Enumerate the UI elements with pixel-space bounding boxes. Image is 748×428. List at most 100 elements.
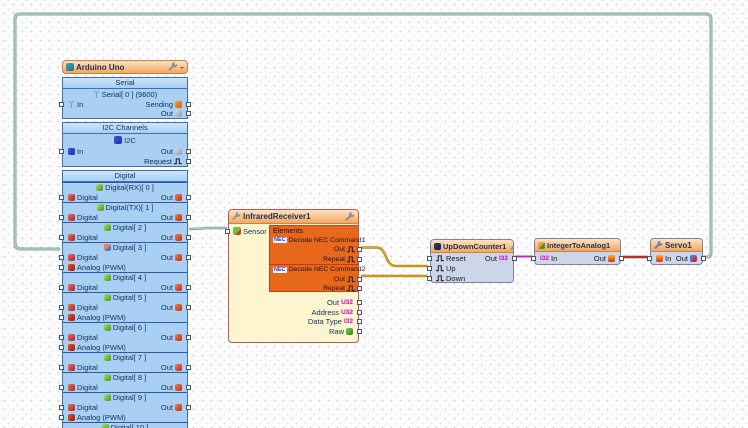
inttoanalog-io-row: I32 In Out	[535, 252, 620, 265]
digital-in-icon	[68, 404, 75, 411]
infrared-raw-pin[interactable]	[357, 329, 362, 334]
digital-out-pin[interactable]	[186, 365, 191, 370]
serial-section-title: Serial	[63, 78, 187, 89]
digital-channel-pins-row: Digital Out	[63, 382, 187, 392]
analog-pwm-pin[interactable]	[59, 315, 64, 320]
infrared-datatype-pin[interactable]	[357, 319, 362, 324]
serial-out-pin[interactable]	[186, 111, 191, 116]
digital-out-label: Out	[161, 213, 173, 222]
sensor-label: Sensor	[243, 227, 267, 236]
elements-panel: Elements NEC Decode NEC Command1 Out Rep…	[269, 225, 358, 292]
digital-channel-label: Digital[ 5 ]	[113, 293, 146, 302]
digital-in-pin[interactable]	[59, 365, 64, 370]
digital-channel-label-row: Digital[ 9 ]	[63, 393, 187, 402]
i2c-out-pin[interactable]	[186, 149, 191, 154]
i2c-request-pin[interactable]	[186, 159, 191, 164]
digital-out-pin[interactable]	[186, 215, 191, 220]
inttoanalog-header[interactable]: IntegerToAnalog1	[535, 239, 620, 252]
arduino-header[interactable]: Arduino Uno	[62, 60, 188, 74]
servo-out-pin[interactable]	[701, 256, 706, 261]
infrared-address-pin[interactable]	[357, 310, 362, 315]
digital-channel-icon	[96, 184, 103, 191]
arduino-board-icon	[66, 63, 74, 71]
digital-channel-icon	[104, 354, 111, 361]
digital-in-icon	[68, 194, 75, 201]
sensor-pin[interactable]	[225, 229, 230, 234]
infrared-address-label: Address	[312, 308, 340, 317]
block-infrared-receiver[interactable]: InfraredReceiver1 Sensor Elements NEC De…	[228, 209, 359, 343]
digital-out-icon	[175, 384, 182, 391]
servo-icon	[654, 241, 663, 250]
serial-icon	[93, 90, 100, 98]
serial-in-pin[interactable]	[59, 102, 64, 107]
servo-in-pin[interactable]	[647, 256, 652, 261]
wire-nec1-out-to-counter-up[interactable]	[362, 248, 426, 267]
analog-pwm-row: Analog (PWM)	[63, 412, 187, 422]
servo-header[interactable]: Servo1	[651, 239, 702, 252]
i2c-io-row: In Out	[63, 146, 187, 157]
analog-icon	[656, 255, 663, 262]
element-nec2-label: Decode NEC Command2	[289, 266, 366, 273]
digital-in-pin[interactable]	[59, 255, 64, 260]
digital-out-label: Out	[161, 303, 173, 312]
analog-pwm-pin[interactable]	[59, 265, 64, 270]
digital-out-pin[interactable]	[186, 195, 191, 200]
digital-out-icon	[175, 284, 182, 291]
digital-in-pin[interactable]	[59, 335, 64, 340]
canvas[interactable]: Arduino Uno Serial Serial[ 0 ] (9600) In…	[0, 0, 748, 428]
wrench-icon[interactable]	[345, 212, 355, 222]
digital-in-pin[interactable]	[59, 305, 64, 310]
digital-in-pin[interactable]	[59, 235, 64, 240]
digital-channel-label: Digital[ 9 ]	[113, 393, 146, 402]
nec1-repeat-pin[interactable]	[357, 257, 362, 262]
counter-reset-pin[interactable]	[427, 256, 432, 261]
infrared-out-row: Out U32	[229, 298, 358, 308]
pulse-icon	[347, 246, 355, 253]
digital-out-pin[interactable]	[186, 405, 191, 410]
digital-in-pin[interactable]	[59, 385, 64, 390]
block-updown-counter[interactable]: UpDownCounter1 Reset Out I32 Up	[430, 239, 514, 283]
digital-channel: Digital[ 4 ] Digital Out	[63, 272, 187, 292]
digital-out-pin[interactable]	[186, 385, 191, 390]
block-arduino-uno[interactable]: Arduino Uno Serial Serial[ 0 ] (9600) In…	[62, 60, 188, 428]
digital-in-pin[interactable]	[59, 195, 64, 200]
digital-out-pin[interactable]	[186, 285, 191, 290]
infrared-header[interactable]: InfraredReceiver1	[229, 210, 358, 224]
counter-down-row: Down	[431, 273, 513, 283]
wrench-icon[interactable]	[168, 62, 178, 72]
inttoanalog-out-pin[interactable]	[619, 256, 624, 261]
analog-pwm-pin[interactable]	[59, 345, 64, 350]
i2c-out-label: Out	[161, 147, 173, 156]
chevron-down-icon[interactable]	[180, 67, 184, 71]
serial-sending-pin[interactable]	[186, 102, 191, 107]
counter-header[interactable]: UpDownCounter1	[431, 240, 513, 253]
nec1-out-label: Out	[334, 246, 345, 253]
analog-pwm-pin[interactable]	[59, 415, 64, 420]
digital-channel-icon	[102, 424, 109, 428]
digital-in-pin[interactable]	[59, 405, 64, 410]
nec1-out-pin[interactable]	[357, 247, 362, 252]
serial-icon	[68, 100, 75, 108]
digital-out-pin[interactable]	[186, 335, 191, 340]
pulse-icon	[436, 265, 444, 272]
digital-out-pin[interactable]	[186, 305, 191, 310]
counter-out-pin[interactable]	[512, 256, 517, 261]
inttoanalog-in-pin[interactable]	[531, 256, 536, 261]
i2c-in-pin[interactable]	[59, 149, 64, 154]
block-integer-to-analog[interactable]: IntegerToAnalog1 I32 In Out	[534, 238, 621, 265]
counter-up-pin[interactable]	[427, 266, 432, 271]
nec2-out-pin[interactable]	[357, 277, 362, 282]
digital-out-pin[interactable]	[186, 255, 191, 260]
digital-out-pin[interactable]	[186, 235, 191, 240]
digital-in-pin[interactable]	[59, 215, 64, 220]
digital-in-icon	[68, 254, 75, 261]
counter-down-pin[interactable]	[427, 276, 432, 281]
block-servo[interactable]: Servo1 In Out	[650, 238, 703, 265]
wrench-icon[interactable]	[510, 242, 513, 251]
nec2-repeat-pin[interactable]	[357, 286, 362, 291]
nec-badge: NEC	[273, 267, 287, 273]
element-nec1-out-row: Out	[270, 245, 358, 255]
infrared-out-pin[interactable]	[357, 300, 362, 305]
infrared-title: InfraredReceiver1	[243, 212, 311, 221]
digital-in-pin[interactable]	[59, 285, 64, 290]
